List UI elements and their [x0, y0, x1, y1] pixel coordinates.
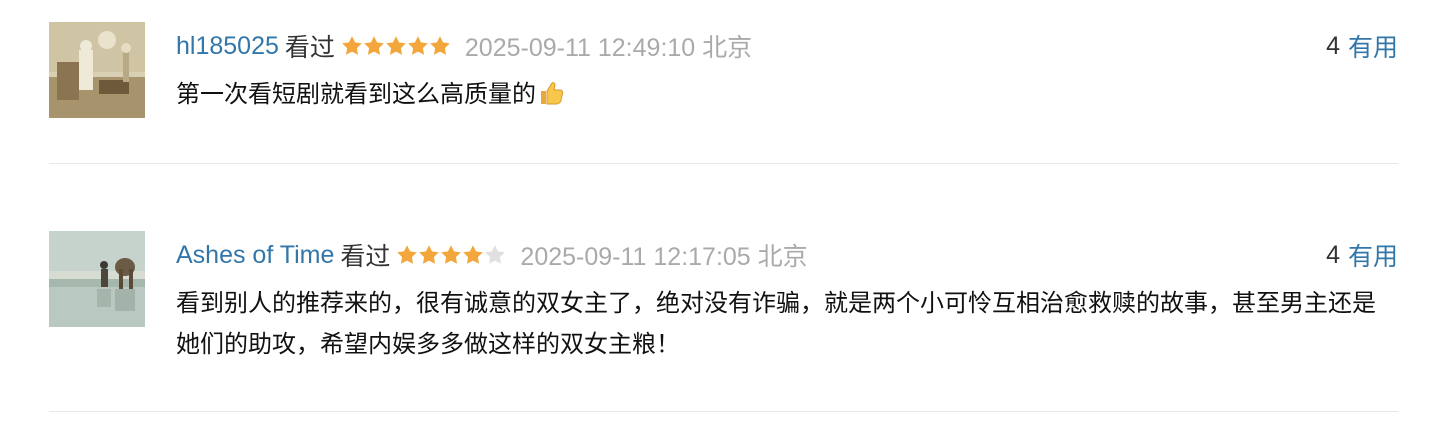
- watch-status: 看过: [284, 34, 335, 62]
- useful-button[interactable]: 有用: [1348, 28, 1398, 64]
- comment-header: Ashes of Time 看过 2025-09-11 12:17:05 北京: [176, 239, 808, 272]
- avatar-image-beach: [49, 231, 145, 327]
- useful-button[interactable]: 有用: [1348, 237, 1398, 273]
- divider: [49, 411, 1398, 412]
- username-link[interactable]: Ashes of Time: [176, 241, 334, 270]
- thumbs-up-icon: [538, 78, 564, 119]
- star-icon: [463, 245, 484, 264]
- star-icon: [441, 245, 462, 264]
- watch-status: 看过: [340, 243, 391, 271]
- star-icon: [485, 245, 506, 264]
- star-icon: [397, 245, 418, 264]
- star-icon: [419, 245, 440, 264]
- comment-text: 看到别人的推荐来的，很有诚意的双女主了，绝对没有诈骗，就是两个小可怜互相治愈救赎…: [176, 283, 1398, 365]
- vote-area: 4 有用: [1326, 28, 1398, 64]
- star-icon: [386, 36, 406, 55]
- star-icon: [408, 36, 428, 55]
- comment-header: hl185025 看过 2025-09-11 12:49:10 北京: [176, 30, 753, 63]
- comment-time: 2025-09-11 12:49:10 北京: [464, 34, 753, 62]
- comment-location: 北京: [757, 243, 808, 271]
- vote-count: 4: [1326, 240, 1340, 269]
- rating-stars: [341, 35, 451, 57]
- vote-area: 4 有用: [1326, 237, 1398, 273]
- comment-time: 2025-09-11 12:17:05 北京: [520, 243, 808, 271]
- vote-count: 4: [1326, 31, 1340, 60]
- comment-body: 看到别人的推荐来的，很有诚意的双女主了，绝对没有诈骗，就是两个小可怜互相治愈救赎…: [176, 290, 1376, 358]
- comment-item: hl185025 看过 2025-09-11 12:49:10 北京 4 有用 …: [49, 22, 1398, 164]
- comment-item: Ashes of Time 看过 2025-09-11 12:17:05 北京 …: [49, 231, 1398, 412]
- star-icon: [364, 36, 384, 55]
- star-icon: [430, 36, 450, 55]
- comment-body: 第一次看短剧就看到这么高质量的: [176, 81, 536, 108]
- rating-stars: [396, 244, 506, 266]
- comment-text: 第一次看短剧就看到这么高质量的: [176, 74, 1398, 119]
- avatar[interactable]: [49, 22, 145, 118]
- divider: [49, 163, 1398, 164]
- username-link[interactable]: hl185025: [176, 32, 279, 61]
- star-icon: [342, 36, 362, 55]
- avatar[interactable]: [49, 231, 145, 327]
- avatar-image-room: [49, 22, 145, 118]
- comment-location: 北京: [702, 34, 753, 62]
